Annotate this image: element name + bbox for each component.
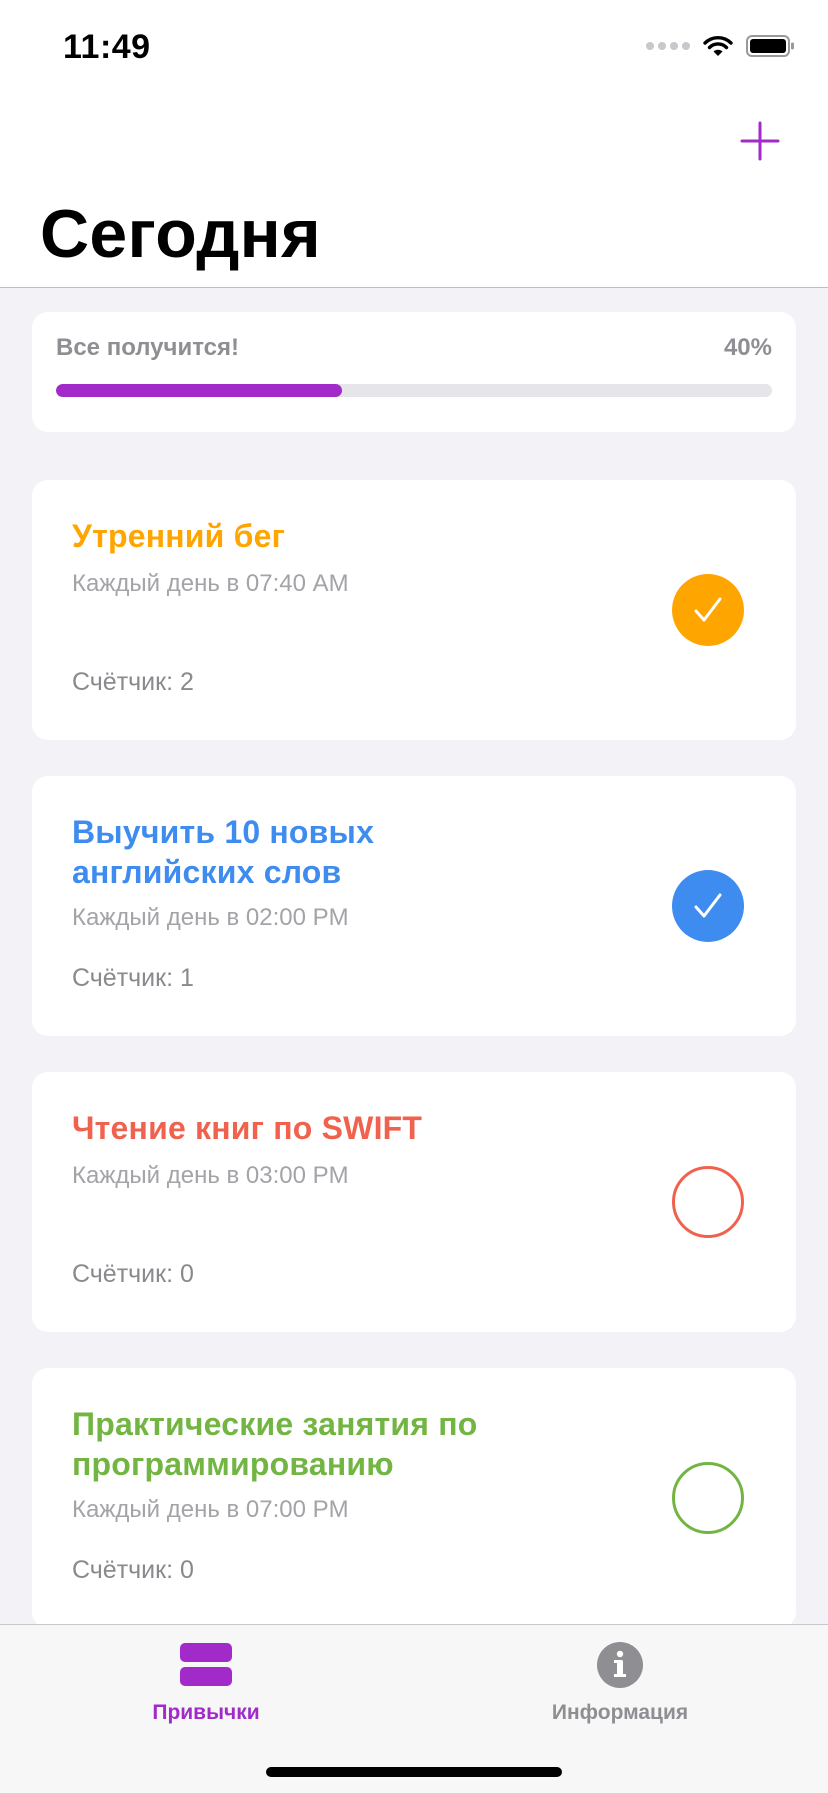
habit-title: Чтение книг по SWIFT — [72, 1110, 423, 1146]
tab-label: Информация — [551, 1701, 689, 1724]
progress-fill — [56, 384, 343, 397]
habit-title: Практические занятия по программированию — [72, 1406, 478, 1482]
battery-icon — [746, 35, 794, 57]
habits-stack-icon — [96, 1641, 316, 1689]
navigation-header: 11:49 Сегодня — [0, 0, 828, 288]
progress-track — [56, 384, 772, 397]
info-icon — [510, 1641, 730, 1689]
plus-icon — [740, 121, 780, 161]
progress-label: Все получится! — [56, 334, 239, 361]
habit-counter: Счётчик: 2 — [72, 668, 194, 696]
habit-list: Утренний бег Каждый день в 07:40 AM Счёт… — [32, 480, 796, 1664]
habit-check-button[interactable] — [672, 1462, 744, 1534]
habit-check-button[interactable] — [672, 870, 744, 942]
habit-title: Выучить 10 новых английских слов — [72, 814, 375, 890]
status-time: 11:49 — [63, 28, 151, 66]
tab-bar: Привычки Информация — [0, 1624, 828, 1793]
habit-card[interactable]: Чтение книг по SWIFT Каждый день в 03:00… — [32, 1072, 796, 1332]
home-indicator — [266, 1767, 562, 1777]
habit-schedule: Каждый день в 03:00 PM — [72, 1162, 349, 1189]
checkmark-icon — [694, 597, 722, 622]
progress-percent: 40% — [723, 334, 772, 361]
tab-habits[interactable]: Привычки — [96, 1641, 316, 1725]
add-habit-button[interactable] — [737, 118, 783, 164]
habit-schedule: Каждый день в 02:00 PM — [72, 904, 349, 931]
habit-card[interactable]: Выучить 10 новых английских слов Каждый … — [32, 776, 796, 1036]
habit-title: Утренний бег — [72, 518, 286, 554]
habit-counter: Счётчик: 0 — [72, 1556, 194, 1584]
progress-card: Все получится! 40% — [32, 312, 796, 432]
habit-check-button[interactable] — [672, 574, 744, 646]
tab-info[interactable]: Информация — [510, 1641, 730, 1725]
cellular-signal-icon — [646, 42, 690, 50]
wifi-icon — [703, 36, 733, 56]
habit-counter: Счётчик: 0 — [72, 1260, 194, 1288]
habit-schedule: Каждый день в 07:00 PM — [72, 1496, 349, 1523]
habit-check-button[interactable] — [672, 1166, 744, 1238]
status-icons — [646, 34, 796, 58]
habit-counter: Счётчик: 1 — [72, 964, 194, 992]
tab-label: Привычки — [152, 1701, 260, 1724]
habit-card[interactable]: Практические занятия по программированию… — [32, 1368, 796, 1628]
checkmark-icon — [694, 893, 722, 918]
page-title: Сегодня — [40, 196, 322, 272]
habit-schedule: Каждый день в 07:40 AM — [72, 570, 349, 597]
habit-card[interactable]: Утренний бег Каждый день в 07:40 AM Счёт… — [32, 480, 796, 740]
